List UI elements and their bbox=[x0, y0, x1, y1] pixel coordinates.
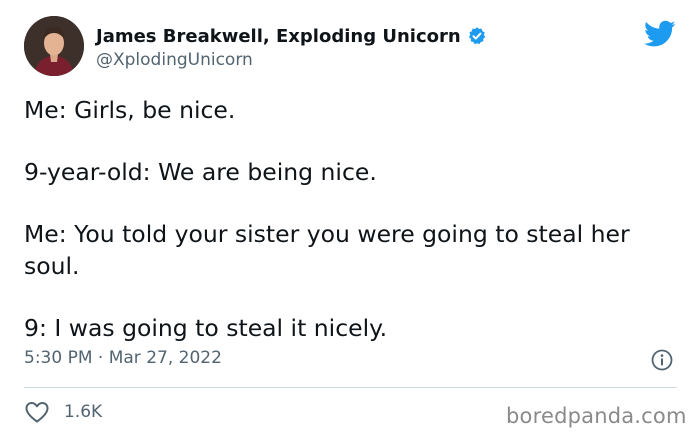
verified-badge-icon bbox=[467, 26, 487, 46]
tweet-line: 9: I was going to steal it nicely. bbox=[24, 314, 388, 342]
author-name[interactable]: James Breakwell, Exploding Unicorn bbox=[96, 26, 461, 47]
divider bbox=[24, 387, 677, 388]
author-name-row: James Breakwell, Exploding Unicorn bbox=[96, 24, 487, 48]
tweet-timestamp[interactable]: 5:30 PM · Mar 27, 2022 bbox=[24, 348, 222, 368]
author-handle[interactable]: @XplodingUnicorn bbox=[96, 50, 253, 70]
tweet-text: Me: Girls, be nice. 9-year-old: We are b… bbox=[24, 94, 664, 374]
heart-outline-icon bbox=[25, 402, 49, 423]
tweet-line: 9-year-old: We are being nice. bbox=[24, 158, 377, 186]
tweet-line: Me: Girls, be nice. bbox=[24, 96, 236, 124]
avatar[interactable] bbox=[24, 16, 84, 76]
twitter-bird-icon bbox=[644, 20, 676, 48]
info-icon[interactable] bbox=[650, 348, 674, 372]
tweet-line: Me: You told your sister you were going … bbox=[24, 220, 630, 280]
watermark: boredpanda.com bbox=[506, 404, 687, 428]
like-button[interactable]: 1.6K bbox=[24, 400, 102, 424]
like-count: 1.6K bbox=[64, 402, 103, 422]
